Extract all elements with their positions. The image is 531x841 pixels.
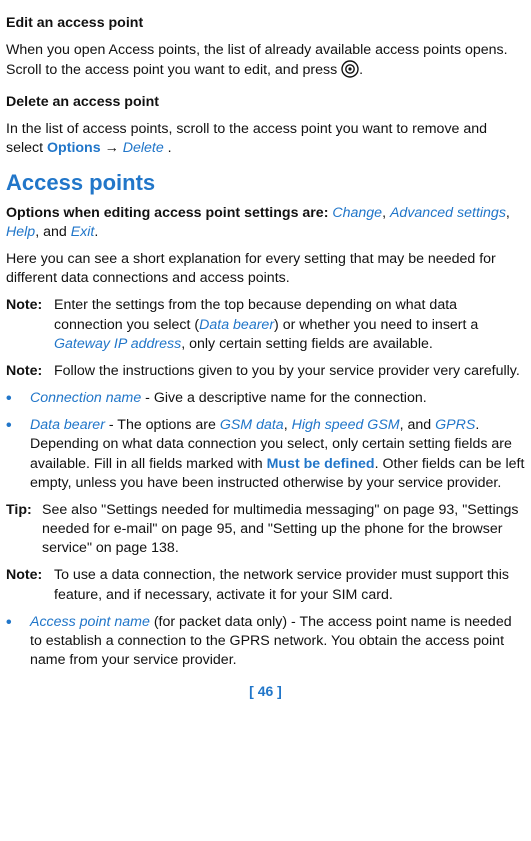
page-number: [ 46 ]	[6, 682, 525, 711]
note-block: Note: To use a data connection, the netw…	[6, 566, 525, 604]
text: , only certain setting fields are availa…	[181, 336, 433, 352]
text: .	[168, 140, 172, 156]
tip-block: Tip: See also "Settings needed for multi…	[6, 501, 525, 559]
text: - Give a descriptive name for the connec…	[141, 390, 426, 406]
text: , and	[400, 417, 436, 433]
bullet-icon: •	[6, 416, 30, 493]
setting-connection-name: Connection name	[30, 390, 141, 406]
list-item: • Connection name - Give a descriptive n…	[6, 389, 525, 408]
text-bold: Options when editing access point settin…	[6, 205, 332, 221]
note-block: Note: Enter the settings from the top be…	[6, 296, 525, 354]
text: ,	[284, 417, 292, 433]
text: When you open Access points, the list of…	[6, 42, 508, 78]
bullet-icon: •	[6, 613, 30, 671]
note-body: Follow the instructions given to you by …	[54, 362, 525, 381]
softkey-options: Options	[47, 140, 101, 156]
list-item-body: Access point name (for packet data only)…	[30, 613, 525, 671]
opt-exit: Exit	[71, 224, 95, 240]
opt-gprs: GPRS	[435, 417, 475, 433]
menu-item-delete: Delete	[123, 140, 164, 156]
tip-label: Tip:	[6, 501, 42, 559]
setting-data-bearer: Data bearer	[30, 417, 105, 433]
para-edit-ap: When you open Access points, the list of…	[6, 41, 525, 84]
para-explain: Here you can see a short explanation for…	[6, 250, 525, 288]
text: .	[94, 224, 98, 240]
note-label: Note:	[6, 362, 54, 381]
list-item: • Data bearer - The options are GSM data…	[6, 416, 525, 493]
list-item-body: Connection name - Give a descriptive nam…	[30, 389, 525, 408]
text: .	[359, 62, 363, 78]
text: , and	[35, 224, 71, 240]
text: - The options are	[105, 417, 220, 433]
text: ,	[506, 205, 510, 221]
opt-help: Help	[6, 224, 35, 240]
heading-edit-ap: Edit an access point	[6, 14, 525, 33]
arrow-icon: →	[105, 140, 119, 156]
tip-body: See also "Settings needed for multimedia…	[42, 501, 525, 559]
term-data-bearer: Data bearer	[199, 317, 274, 333]
bullet-icon: •	[6, 389, 30, 408]
list-item-body: Data bearer - The options are GSM data , …	[30, 416, 525, 493]
para-options-list: Options when editing access point settin…	[6, 204, 525, 242]
heading-access-points: Access points	[6, 168, 525, 198]
select-key-icon	[341, 60, 359, 84]
must-be-defined: Must be defined	[267, 456, 375, 472]
para-delete-ap: In the list of access points, scroll to …	[6, 120, 525, 158]
note-body: Enter the settings from the top because …	[54, 296, 525, 354]
text: ) or whether you need to insert a	[274, 317, 478, 333]
opt-change: Change	[332, 205, 382, 221]
opt-advanced: Advanced settings	[390, 205, 506, 221]
opt-gsm-data: GSM data	[220, 417, 284, 433]
note-body: To use a data connection, the network se…	[54, 566, 525, 604]
note-block: Note: Follow the instructions given to y…	[6, 362, 525, 381]
note-label: Note:	[6, 296, 54, 354]
heading-delete-ap: Delete an access point	[6, 93, 525, 112]
opt-high-speed-gsm: High speed GSM	[292, 417, 400, 433]
term-gateway-ip: Gateway IP address	[54, 336, 181, 352]
list-item: • Access point name (for packet data onl…	[6, 613, 525, 671]
note-label: Note:	[6, 566, 54, 604]
text: ,	[382, 205, 390, 221]
document-page: Edit an access point When you open Acces…	[0, 0, 531, 841]
setting-access-point-name: Access point name	[30, 614, 150, 630]
